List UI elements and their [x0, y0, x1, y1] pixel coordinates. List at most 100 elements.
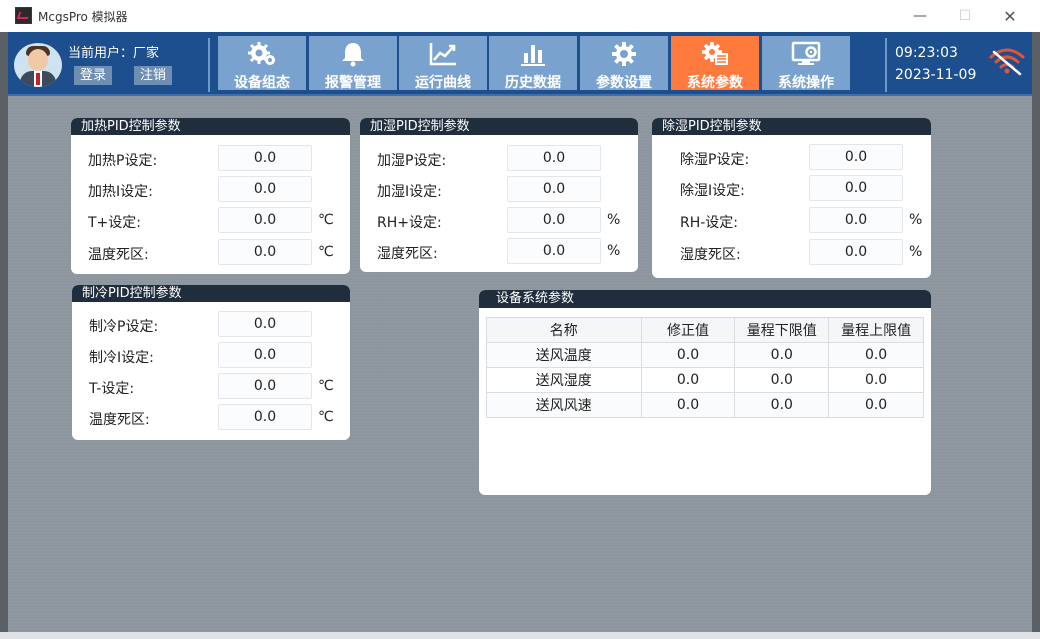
param-label: 温度死区:: [88, 247, 149, 263]
line-chart-icon: [428, 41, 458, 67]
dehumid-p-input[interactable]: 0.0: [809, 144, 903, 170]
unit-label: ℃: [318, 244, 334, 260]
nav-device-config-button[interactable]: 设备组态: [218, 36, 306, 91]
dehumid-deadband-input[interactable]: 0.0: [809, 239, 903, 265]
table-row: 送风风速 0.0 0.0 0.0: [486, 392, 924, 418]
app-logo-icon: [15, 7, 32, 24]
t-plus-input[interactable]: 0.0: [218, 207, 312, 233]
bottom-frame: [0, 632, 1040, 639]
column-header: 修正值: [640, 317, 736, 343]
param-row: 加湿I设定: 0.0: [360, 176, 638, 202]
param-row: 温度死区: 0.0 ℃: [72, 404, 350, 430]
range-low-cell[interactable]: 0.0: [734, 392, 830, 418]
t-minus-input[interactable]: 0.0: [218, 373, 312, 399]
heat-i-input[interactable]: 0.0: [218, 176, 312, 202]
param-row: T+设定: 0.0 ℃: [71, 207, 350, 233]
nav-label: 参数设置: [596, 75, 652, 91]
nav-separator: [208, 38, 210, 92]
nav-params-button[interactable]: 参数设置: [580, 36, 668, 91]
unit-label: ℃: [318, 409, 334, 425]
param-label: 温度死区:: [89, 412, 150, 428]
cool-i-input[interactable]: 0.0: [218, 342, 312, 368]
param-label: RH-设定:: [680, 215, 739, 231]
login-button[interactable]: 登录: [74, 66, 113, 85]
close-button[interactable]: ✕: [995, 5, 1025, 27]
minimize-button[interactable]: —: [905, 5, 935, 27]
param-row: 除湿P设定: 0.0: [652, 144, 931, 170]
table-row: 送风温度 0.0 0.0 0.0: [486, 342, 924, 368]
column-header: 量程上限值: [828, 317, 924, 343]
current-user-caption: 当前用户：: [68, 46, 134, 61]
wifi-disconnected-icon: [986, 44, 1028, 76]
dehumid-i-input[interactable]: 0.0: [809, 175, 903, 201]
humid-pid-panel: 加湿PID控制参数 加湿P设定: 0.0 加湿I设定: 0.0 RH+设定: 0…: [360, 118, 638, 272]
clock-date: 2023-11-09: [895, 67, 977, 83]
offset-cell[interactable]: 0.0: [640, 342, 736, 368]
table-header-row: 名称 修正值 量程下限值 量程上限值: [486, 317, 924, 343]
cool-deadband-input[interactable]: 0.0: [218, 404, 312, 430]
param-label: T-设定:: [89, 381, 135, 397]
row-name: 送风风速: [486, 392, 642, 418]
user-block: 当前用户：厂家 登录 注销: [14, 40, 190, 90]
heat-deadband-input[interactable]: 0.0: [218, 239, 312, 265]
window-title: McgsPro 模拟器: [38, 10, 128, 24]
nav-label: 运行曲线: [415, 75, 471, 91]
param-label: 制冷I设定:: [89, 350, 154, 366]
column-header: 量程下限值: [734, 317, 830, 343]
humid-p-input[interactable]: 0.0: [507, 145, 601, 171]
range-low-cell[interactable]: 0.0: [734, 342, 830, 368]
panel-title: 加湿PID控制参数: [360, 118, 638, 135]
nav-history-button[interactable]: 历史数据: [489, 36, 577, 91]
range-low-cell[interactable]: 0.0: [734, 367, 830, 393]
offset-cell[interactable]: 0.0: [640, 367, 736, 393]
panel-title: 除湿PID控制参数: [652, 118, 931, 135]
heat-p-input[interactable]: 0.0: [218, 145, 312, 171]
panel-title: 设备系统参数: [479, 290, 931, 308]
cool-p-input[interactable]: 0.0: [218, 311, 312, 337]
nav-label: 系统操作: [778, 75, 834, 91]
humid-deadband-input[interactable]: 0.0: [507, 238, 601, 264]
nav-system-params-button[interactable]: 系统参数: [671, 36, 759, 91]
unit-label: %: [909, 244, 923, 260]
param-label: 除湿I设定:: [680, 183, 745, 199]
range-high-cell[interactable]: 0.0: [828, 367, 924, 393]
nav-alarm-button[interactable]: 报警管理: [309, 36, 397, 91]
unit-label: ℃: [318, 378, 334, 394]
right-frame: [1032, 32, 1040, 632]
row-name: 送风温度: [486, 342, 642, 368]
param-row: 湿度死区: 0.0 %: [360, 238, 638, 264]
logout-button[interactable]: 注销: [134, 66, 173, 85]
humid-i-input[interactable]: 0.0: [507, 176, 601, 202]
clock-time: 09:23:03: [895, 45, 958, 61]
param-label: 加热I设定:: [88, 184, 153, 200]
param-label: 湿度死区:: [377, 246, 438, 262]
range-high-cell[interactable]: 0.0: [828, 392, 924, 418]
maximize-button[interactable]: ☐: [950, 5, 980, 27]
top-header: 当前用户：厂家 登录 注销 设备组态 报警管理 运行曲线 历史数据 参数设置 系…: [8, 32, 1032, 96]
param-label: 制冷P设定:: [89, 319, 159, 335]
offset-cell[interactable]: 0.0: [640, 392, 736, 418]
param-row: 湿度死区: 0.0 %: [652, 239, 931, 265]
current-user-name: 厂家: [133, 46, 160, 61]
param-label: RH+设定:: [377, 215, 442, 231]
nav-label: 设备组态: [234, 75, 290, 91]
param-row: 加热I设定: 0.0: [71, 176, 350, 202]
nav-label: 历史数据: [505, 75, 561, 91]
unit-label: ℃: [318, 212, 334, 228]
current-user-label: 当前用户：厂家: [68, 42, 159, 61]
param-row: 制冷P设定: 0.0: [72, 311, 350, 337]
unit-label: %: [909, 212, 923, 228]
nav-separator: [885, 38, 887, 92]
system-params-table: 名称 修正值 量程下限值 量程上限值 送风温度 0.0 0.0 0.0 送风湿度…: [486, 317, 924, 418]
column-header: 名称: [486, 317, 642, 343]
rh-plus-input[interactable]: 0.0: [507, 207, 601, 233]
rh-minus-input[interactable]: 0.0: [809, 207, 903, 233]
main-area: 加热PID控制参数 加热P设定: 0.0 加热I设定: 0.0 T+设定: 0.…: [8, 96, 1032, 632]
param-label: 加湿I设定:: [377, 184, 442, 200]
nav-system-operation-button[interactable]: 系统操作: [762, 36, 850, 91]
bell-icon: [338, 41, 368, 67]
nav-trend-button[interactable]: 运行曲线: [399, 36, 487, 91]
param-row: 温度死区: 0.0 ℃: [71, 239, 350, 265]
range-high-cell[interactable]: 0.0: [828, 342, 924, 368]
user-avatar-icon: [14, 43, 62, 87]
